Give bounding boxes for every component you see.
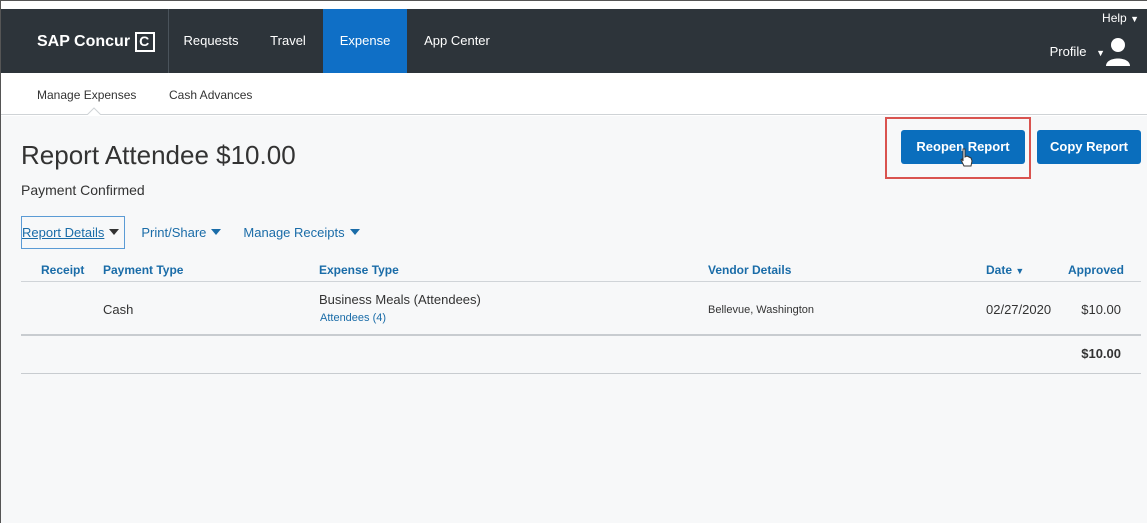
caret-down-icon — [109, 229, 120, 235]
cell-vendor-details: Bellevue, Washington — [708, 304, 814, 316]
column-header-approved[interactable]: Approved — [1068, 263, 1124, 277]
nav-item-app-center[interactable]: App Center — [407, 9, 507, 73]
column-header-vendor-details[interactable]: Vendor Details — [708, 263, 791, 277]
attendees-link[interactable]: Attendees (4) — [320, 312, 386, 324]
sort-down-icon: ▼ — [1015, 266, 1025, 276]
active-indicator-caret-icon — [87, 107, 101, 115]
column-header-receipt[interactable]: Receipt — [41, 263, 84, 277]
profile-label: Profile — [1049, 44, 1087, 59]
table-row[interactable]: Cash Business Meals (Attendees) Attendee… — [21, 284, 1141, 336]
caret-down-icon — [349, 229, 360, 235]
nav-item-label: Expense — [339, 33, 391, 48]
report-status: Payment Confirmed — [21, 182, 145, 198]
help-menu[interactable]: Help ▼ — [1102, 11, 1139, 25]
caret-down-icon: ▼ — [1096, 48, 1105, 58]
cell-payment-type: Cash — [103, 302, 134, 317]
tab-print-share[interactable]: Print/Share — [141, 224, 222, 240]
nav-item-travel[interactable]: Travel — [253, 9, 323, 73]
cell-approved-amount: $10.00 — [1081, 302, 1121, 317]
tab-label: Print/Share — [141, 224, 207, 240]
top-navigation-bar: SAP Concur Requests Travel Expense App C… — [1, 9, 1147, 73]
hand-pointer-icon — [960, 148, 973, 167]
user-avatar-icon[interactable] — [1105, 37, 1131, 67]
nav-item-expense[interactable]: Expense — [323, 9, 407, 73]
subnav-item-label: Manage Expenses — [37, 88, 137, 102]
tab-report-details[interactable]: Report Details — [21, 215, 126, 249]
help-label: Help — [1102, 11, 1127, 25]
subnav-item-label: Cash Advances — [169, 88, 253, 102]
column-header-expense-type[interactable]: Expense Type — [319, 263, 399, 277]
sub-navigation-bar: Manage Expenses Cash Advances — [1, 73, 1147, 115]
subnav-item-cash-advances[interactable]: Cash Advances — [169, 88, 252, 102]
concur-logo-icon — [135, 32, 156, 52]
nav-item-label: Travel — [270, 33, 306, 48]
subnav-item-manage-expenses[interactable]: Manage Expenses — [37, 88, 136, 102]
report-title: Report Attendee $10.00 — [21, 140, 296, 170]
nav-item-label: Requests — [183, 33, 239, 48]
report-tabs: Report Details Print/Share Manage Receip… — [21, 214, 382, 250]
profile-menu[interactable]: Profile ▼ — [1050, 44, 1105, 59]
column-header-date[interactable]: Date ▼ — [986, 263, 1024, 277]
tab-label: Report Details — [22, 224, 105, 240]
column-header-label: Date — [986, 263, 1013, 277]
nav-item-label: App Center — [424, 33, 490, 48]
main-content: Report Attendee $10.00 Payment Confirmed… — [1, 116, 1147, 523]
caret-down-icon — [211, 229, 222, 235]
caret-down-icon: ▼ — [1130, 14, 1139, 24]
tab-manage-receipts[interactable]: Manage Receipts — [243, 224, 360, 240]
table-total-row: $10.00 — [21, 338, 1141, 374]
column-header-payment-type[interactable]: Payment Type — [103, 263, 183, 277]
nav-item-requests[interactable]: Requests — [169, 9, 253, 73]
brand-name: SAP Concur — [37, 33, 131, 50]
cell-date: 02/27/2020 — [986, 302, 1052, 317]
copy-report-button[interactable]: Copy Report — [1037, 130, 1141, 164]
cell-expense-type: Business Meals (Attendees) — [319, 292, 481, 307]
tab-label: Manage Receipts — [243, 224, 345, 240]
brand-logo[interactable]: SAP Concur — [37, 32, 156, 52]
total-amount: $10.00 — [1081, 346, 1121, 361]
table-header: Receipt Payment Type Expense Type Vendor… — [21, 260, 1141, 282]
